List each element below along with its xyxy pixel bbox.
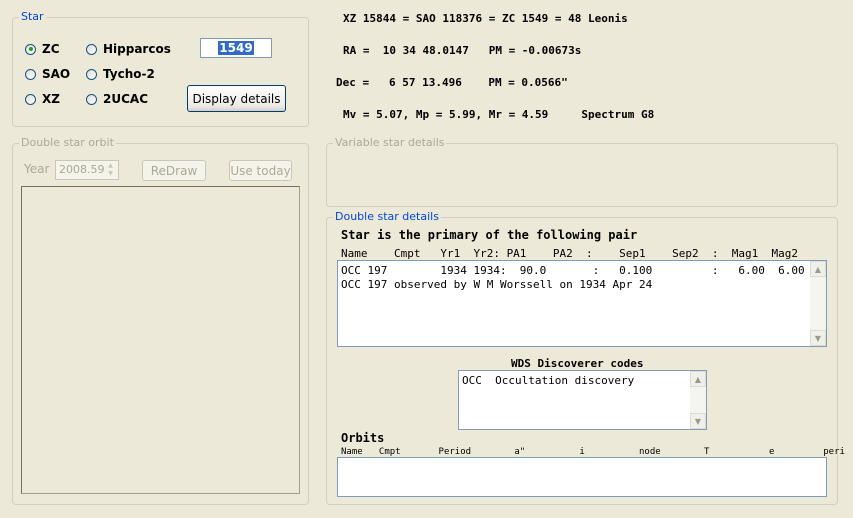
radio-sao[interactable]: SAO <box>25 67 70 81</box>
scroll-up-icon[interactable]: ▲ <box>690 371 706 387</box>
wds-title: WDS Discoverer codes <box>511 357 644 370</box>
radio-tycho2-label: Tycho-2 <box>103 67 155 81</box>
orbits-listbox[interactable] <box>337 457 827 497</box>
orbit-group-legend: Double star orbit <box>19 136 116 150</box>
orbit-plot-area <box>21 186 300 494</box>
star-group-legend: Star <box>19 10 46 24</box>
year-value: 2008.59 <box>59 163 105 176</box>
star-identifiers: XZ 15844 = SAO 118376 = ZC 1549 = 48 Leo… <box>343 12 628 25</box>
pair-list-scrollbar[interactable]: ▲ ▼ <box>810 261 826 346</box>
year-label: Year <box>24 162 50 176</box>
pair-row: OCC 197 1934 1934: 90.0 : 0.100 : 6.00 6… <box>341 264 805 277</box>
orbits-title: Orbits <box>341 431 385 445</box>
variable-groupbox: Variable star details <box>326 136 838 207</box>
display-details-button[interactable]: Display details <box>187 85 286 112</box>
radio-2ucac-indicator <box>86 93 97 105</box>
wds-listbox[interactable]: OCC Occultation discovery ▲ ▼ <box>458 370 707 430</box>
pair-heading: Star is the primary of the following pai… <box>341 228 638 242</box>
radio-sao-label: SAO <box>42 67 71 81</box>
radio-2ucac[interactable]: 2UCAC <box>86 92 148 106</box>
scroll-up-icon[interactable]: ▲ <box>810 261 826 277</box>
pair-listbox[interactable]: OCC 197 1934 1934: 90.0 : 0.100 : 6.00 6… <box>337 260 827 347</box>
radio-hipparcos-label: Hipparcos <box>103 42 171 56</box>
variable-group-legend: Variable star details <box>333 136 447 150</box>
radio-xz-indicator <box>25 93 36 105</box>
radio-tycho2-indicator <box>86 68 97 80</box>
scroll-down-icon[interactable]: ▼ <box>810 330 826 346</box>
year-spinner[interactable]: 2008.59 ▲ ▼ <box>55 160 119 180</box>
radio-2ucac-label: 2UCAC <box>103 92 148 106</box>
pair-column-headers: Name Cmpt Yr1 Yr2: PA1 PA2 : Sep1 Sep2 :… <box>341 247 798 260</box>
star-dec: Dec = 6 57 13.496 PM = 0.0566" <box>336 76 568 89</box>
radio-zc-indicator <box>25 43 36 55</box>
radio-xz-label: XZ <box>42 92 60 106</box>
pair-row: OCC 197 observed by W M Worssell on 1934… <box>341 278 653 291</box>
radio-zc[interactable]: ZC <box>25 42 60 56</box>
star-magnitudes: Mv = 5.07, Mp = 5.99, Mr = 4.59 Spectrum… <box>343 108 655 121</box>
radio-hipparcos-indicator <box>86 43 97 55</box>
radio-tycho2[interactable]: Tycho-2 <box>86 67 155 81</box>
radio-xz[interactable]: XZ <box>25 92 60 106</box>
scroll-down-icon[interactable]: ▼ <box>690 413 706 429</box>
wds-list-scrollbar[interactable]: ▲ ▼ <box>690 371 706 429</box>
year-spin-down-icon[interactable]: ▼ <box>104 170 117 178</box>
star-ra: RA = 10 34 48.0147 PM = -0.00673s <box>343 44 582 57</box>
redraw-button[interactable]: ReDraw <box>142 160 206 181</box>
use-today-button[interactable]: Use today <box>229 160 292 181</box>
radio-hipparcos[interactable]: Hipparcos <box>86 42 171 56</box>
orbits-column-headers: Name Cmpt Period a" i node T e peri <box>341 447 845 457</box>
year-spin-up-icon[interactable]: ▲ <box>104 162 117 170</box>
star-number-value: 1549 <box>218 41 254 55</box>
star-number-input[interactable]: 1549 <box>200 38 272 58</box>
radio-zc-label: ZC <box>42 42 60 56</box>
radio-sao-indicator <box>25 68 36 80</box>
wds-row: OCC Occultation discovery <box>462 374 635 387</box>
double-group-legend: Double star details <box>333 210 441 224</box>
